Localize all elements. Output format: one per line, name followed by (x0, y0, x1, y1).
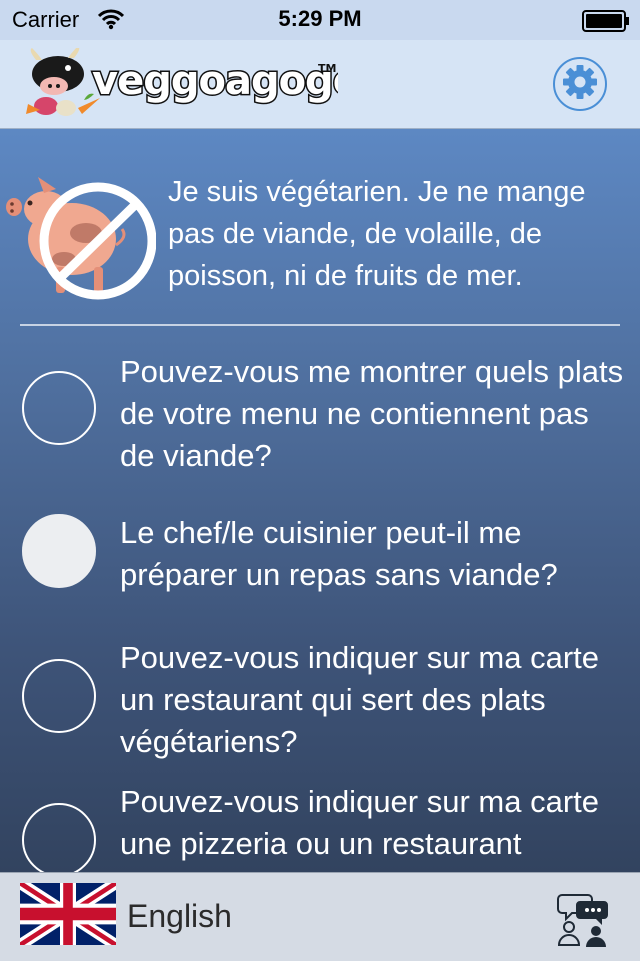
chat-users-button[interactable] (556, 891, 612, 952)
phrase-radio-selected[interactable] (22, 514, 96, 588)
trademark-mark: TM (318, 62, 336, 75)
no-pork-icon (6, 167, 157, 307)
veggoagogo-logo: veggoagogo TM (18, 46, 362, 125)
phrase-text: Pouvez-vous me montrer quels plats de vo… (120, 354, 624, 473)
settings-button[interactable] (553, 57, 607, 111)
phrase-list[interactable]: Je suis végétarien. Je ne mange pas de v… (0, 129, 640, 872)
app-header: veggoagogo TM (0, 40, 640, 129)
phrase-radio[interactable] (22, 803, 96, 872)
uk-flag-icon[interactable] (17, 877, 119, 951)
phrase-radio[interactable] (22, 371, 96, 445)
language-label[interactable]: English (127, 898, 232, 935)
logo-wordmark: veggoagogo (92, 58, 338, 104)
vegetarian-statement: Je suis végétarien. Je ne mange pas de v… (168, 176, 586, 292)
phrase-radio[interactable] (22, 659, 96, 733)
divider (20, 324, 620, 326)
clock: 5:29 PM (278, 6, 362, 31)
chat-users-icon (556, 894, 612, 951)
battery-icon (582, 10, 629, 32)
phrase-text: Le chef/le cuisinier peut-il me préparer… (120, 515, 558, 592)
intro-statement: Je suis végétarien. Je ne mange pas de v… (0, 129, 640, 325)
phrase-text: Pouvez-vous indiquer sur ma carte une pi… (120, 784, 600, 872)
phrase-text: Pouvez-vous indiquer sur ma carte un res… (120, 640, 600, 759)
language-bar: English (0, 872, 640, 961)
gear-icon (561, 63, 599, 106)
status-bar: Carrier 5:29 PM (0, 0, 640, 40)
